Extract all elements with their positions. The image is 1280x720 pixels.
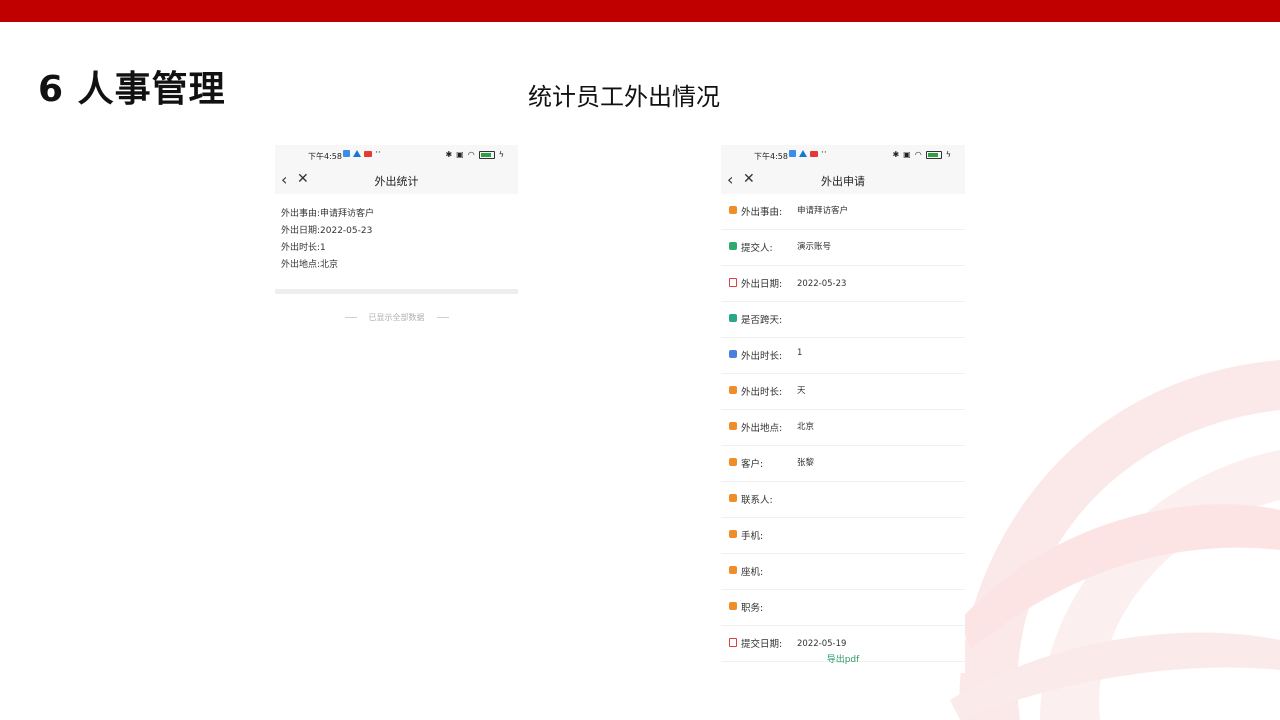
field-customer[interactable]: 客户: 张黎 <box>721 446 965 482</box>
number-icon <box>729 350 737 358</box>
stat-date: 外出日期:2022-05-23 <box>281 226 373 236</box>
message-badge-icon <box>364 150 372 157</box>
sim-icon: ▣ <box>903 150 911 159</box>
send-icon <box>799 150 807 157</box>
wifi-icon: ◠ <box>914 150 922 159</box>
sim-icon: ▣ <box>456 150 464 159</box>
field-location[interactable]: 外出地点: 北京 <box>721 410 965 446</box>
battery-icon <box>925 150 942 159</box>
field-duration[interactable]: 外出时长: 1 <box>721 338 965 374</box>
field-outing-date[interactable]: 外出日期: 2022-05-23 <box>721 266 965 302</box>
status-time: 下午4:58 <box>754 152 788 161</box>
calendar-icon <box>729 638 737 647</box>
right-phone-screen: 下午4:58 ·· ✱ ▣ ◠ ϟ ‹ ✕ 外出申请 外出事由: 申请拜访客户 … <box>721 145 965 673</box>
outing-stat-card[interactable]: 外出事由:申请拜访客户 外出日期:2022-05-23 外出时长:1 外出地点:… <box>275 194 518 280</box>
location-icon <box>729 422 737 430</box>
status-system-icons: ✱ ▣ ◠ ϟ <box>445 150 504 159</box>
bluetooth-icon: ✱ <box>445 150 453 159</box>
status-bar: 下午4:58 ·· ✱ ▣ ◠ ϟ <box>721 145 965 166</box>
charging-icon: ϟ <box>498 150 504 159</box>
calendar-icon <box>729 278 737 287</box>
stat-reason: 外出事由:申请拜访客户 <box>281 209 375 219</box>
left-phone-screen: 下午4:58 ·· ✱ ▣ ◠ ϟ ‹ ✕ 外出统计 外出事由:申请拜访客户 外… <box>275 145 518 325</box>
field-duration-unit[interactable]: 外出时长: 天 <box>721 374 965 410</box>
field-position[interactable]: 职务: <box>721 590 965 626</box>
position-icon <box>729 602 737 610</box>
user-icon <box>729 242 737 250</box>
toggle-icon <box>729 314 737 322</box>
divider-strip <box>275 289 518 294</box>
field-cross-day[interactable]: 是否跨天: <box>721 302 965 338</box>
contact-icon <box>729 494 737 502</box>
app-notification-icon <box>789 150 796 157</box>
stat-duration: 外出时长:1 <box>281 243 326 253</box>
status-notification-icons: ·· <box>343 148 381 158</box>
slide-title: 6 人事管理 <box>38 69 226 110</box>
field-reason[interactable]: 外出事由: 申请拜访客户 <box>721 194 965 230</box>
field-contact[interactable]: 联系人: <box>721 482 965 518</box>
status-bar: 下午4:58 ·· ✱ ▣ ◠ ϟ <box>275 145 518 166</box>
nav-bar: ‹ ✕ 外出统计 <box>275 166 518 194</box>
field-mobile[interactable]: 手机: <box>721 518 965 554</box>
unit-icon <box>729 386 737 394</box>
background-logo-decoration <box>950 360 1280 720</box>
reason-icon <box>729 206 737 214</box>
export-pdf-button[interactable]: 导出pdf <box>721 652 965 665</box>
nav-title: 外出申请 <box>821 175 865 188</box>
slide-subtitle: 统计员工外出情况 <box>528 83 720 111</box>
nav-bar: ‹ ✕ 外出申请 <box>721 166 965 194</box>
bluetooth-icon: ✱ <box>892 150 900 159</box>
nav-title: 外出统计 <box>374 175 419 188</box>
more-dots-icon: ·· <box>821 148 827 158</box>
field-submitter[interactable]: 提交人: 演示账号 <box>721 230 965 266</box>
phone-icon <box>729 530 737 538</box>
status-system-icons: ✱ ▣ ◠ ϟ <box>892 150 951 159</box>
more-dots-icon: ·· <box>375 148 381 158</box>
status-notification-icons: ·· <box>789 148 827 158</box>
battery-icon <box>478 150 495 159</box>
send-icon <box>353 150 361 157</box>
outing-application-form: 外出事由: 申请拜访客户 提交人: 演示账号 外出日期: 2022-05-23 … <box>721 194 965 662</box>
wifi-icon: ◠ <box>467 150 475 159</box>
charging-icon: ϟ <box>945 150 951 159</box>
landline-icon <box>729 566 737 574</box>
top-red-bar <box>0 0 1280 22</box>
end-of-list-note: 已显示全部数据 <box>275 312 518 323</box>
field-landline[interactable]: 座机: <box>721 554 965 590</box>
status-time: 下午4:58 <box>308 152 342 161</box>
customer-icon <box>729 458 737 466</box>
message-badge-icon <box>810 150 818 157</box>
app-notification-icon <box>343 150 350 157</box>
stat-location: 外出地点:北京 <box>281 260 339 270</box>
